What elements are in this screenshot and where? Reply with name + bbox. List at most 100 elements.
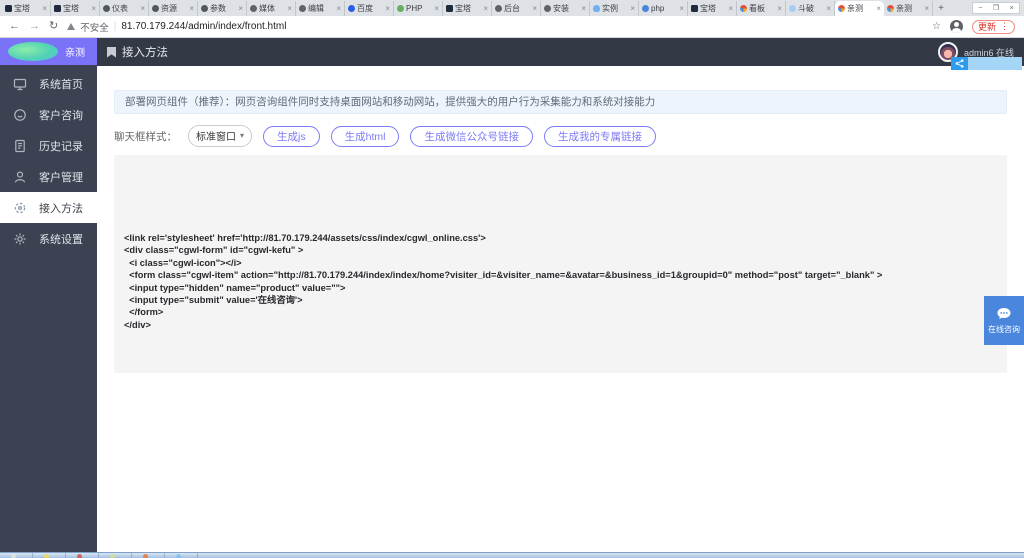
gear-icon — [13, 232, 27, 246]
browser-tab[interactable]: 资源 × — [149, 1, 198, 16]
tab-favicon — [593, 5, 600, 12]
chat-toolbar-fragment[interactable] — [951, 57, 1022, 70]
tab-close-icon[interactable]: × — [434, 4, 439, 13]
tab-title: 宝塔 — [63, 3, 89, 14]
deploy-notice: 部署网页组件（推荐）：网页咨询组件同时支持桌面网站和移动网站，提供强大的用户行为… — [114, 90, 1007, 114]
tab-close-icon[interactable]: × — [483, 4, 488, 13]
tab-favicon — [446, 5, 453, 12]
chrome-update-button[interactable]: 更新 ⋮ — [972, 20, 1015, 34]
new-tab-button[interactable]: + — [933, 1, 949, 16]
browser-tab[interactable]: 亲测 × — [884, 1, 933, 16]
browser-tab[interactable]: 看板 × — [737, 1, 786, 16]
tab-title: 编辑 — [308, 3, 334, 14]
embed-code-block[interactable]: <link rel='stylesheet' href='http://81.7… — [114, 155, 1007, 373]
tab-close-icon[interactable]: × — [924, 4, 929, 13]
generate-button[interactable]: 生成我的专属链接 — [544, 126, 656, 147]
tab-favicon — [691, 5, 698, 12]
browser-tab[interactable]: 媒体 × — [247, 1, 296, 16]
tab-close-icon[interactable]: × — [532, 4, 537, 13]
tab-close-icon[interactable]: × — [238, 4, 243, 13]
windows-taskbar[interactable] — [0, 552, 1024, 558]
tab-favicon — [103, 5, 110, 12]
browser-tab[interactable]: 编辑 × — [296, 1, 345, 16]
history-icon — [13, 139, 27, 153]
share-icon — [951, 57, 968, 70]
code-line: <input type="hidden" name="product" valu… — [124, 282, 997, 294]
sidebar-item-history[interactable]: 历史记录 — [0, 130, 97, 161]
browser-tab[interactable]: 亲测 × — [835, 1, 884, 16]
online-consult-widget[interactable]: 在线咨询 — [984, 296, 1024, 345]
security-warning-icon — [67, 23, 75, 30]
tab-close-icon[interactable]: × — [42, 4, 47, 13]
chat-style-select[interactable]: 标准窗口 ▾ — [188, 125, 252, 147]
browser-navbar: ← → ↻ 不安全 | 81.70.179.244/admin/index/fr… — [0, 16, 1024, 38]
sidebar-item-home[interactable]: 系统首页 — [0, 68, 97, 99]
chat-toolbar-field — [968, 57, 1022, 70]
url-text: 81.70.179.244/admin/index/front.html — [121, 21, 286, 32]
tab-close-icon[interactable]: × — [876, 4, 881, 13]
browser-tab[interactable]: 宝塔 × — [688, 1, 737, 16]
forward-icon[interactable]: → — [29, 21, 40, 32]
browser-tab[interactable]: 百度 × — [345, 1, 394, 16]
browser-tab[interactable]: PHP × — [394, 1, 443, 16]
close-icon[interactable]: × — [1010, 5, 1014, 12]
sidebar-item-settings[interactable]: 系统设置 — [0, 223, 97, 254]
browser-tab[interactable]: 宝塔 × — [2, 1, 51, 16]
tab-close-icon[interactable]: × — [385, 4, 390, 13]
browser-profile-icon[interactable] — [950, 20, 963, 33]
tab-title: 宝塔 — [700, 3, 726, 14]
sidebar-item-customers[interactable]: 客户管理 — [0, 161, 97, 192]
sidebar-item-consult[interactable]: 客户咨询 — [0, 99, 97, 130]
tab-title: 宝塔 — [455, 3, 481, 14]
reload-icon[interactable]: ↻ — [49, 21, 58, 32]
tab-close-icon[interactable]: × — [287, 4, 292, 13]
browser-tab[interactable]: 宝塔 × — [51, 1, 100, 16]
browser-tab[interactable]: 安装 × — [541, 1, 590, 16]
update-label: 更新 — [978, 20, 996, 33]
app-logo[interactable]: 亲测 — [0, 38, 97, 65]
tab-favicon — [54, 5, 61, 12]
tab-close-icon[interactable]: × — [140, 4, 145, 13]
tab-title: 看板 — [749, 3, 775, 14]
kebab-menu-icon[interactable]: ⋮ — [1000, 21, 1009, 32]
address-bar[interactable]: 不安全 | 81.70.179.244/admin/index/front.ht… — [67, 20, 923, 34]
tab-close-icon[interactable]: × — [581, 4, 586, 13]
browser-tab[interactable]: 实例 × — [590, 1, 639, 16]
tab-close-icon[interactable]: × — [630, 4, 635, 13]
main-content: 部署网页组件（推荐）：网页咨询组件同时支持桌面网站和移动网站，提供强大的用户行为… — [97, 66, 1024, 552]
browser-tab[interactable]: 宝塔 × — [443, 1, 492, 16]
tab-close-icon[interactable]: × — [336, 4, 341, 13]
tab-close-icon[interactable]: × — [826, 4, 831, 13]
back-icon[interactable]: ← — [9, 21, 20, 32]
widget-label: 在线咨询 — [988, 324, 1020, 335]
restore-icon[interactable]: ❐ — [993, 4, 999, 12]
browser-tab[interactable]: 斗破 × — [786, 1, 835, 16]
tab-title: PHP — [406, 4, 432, 13]
tab-favicon — [838, 5, 845, 12]
browser-tab[interactable]: 后台 × — [492, 1, 541, 16]
tab-title: 后台 — [504, 3, 530, 14]
bookmark-star-icon[interactable]: ☆ — [932, 21, 941, 32]
browser-tab[interactable]: 仪表 × — [100, 1, 149, 16]
tab-favicon — [250, 5, 257, 12]
sidebar-item-label: 系统设置 — [39, 231, 83, 247]
chat-bubble-icon — [996, 307, 1012, 321]
sidebar-item-access[interactable]: 接入方法 — [0, 192, 97, 223]
logo-image — [8, 42, 58, 61]
tab-close-icon[interactable]: × — [189, 4, 194, 13]
minimize-icon[interactable]: − — [978, 5, 982, 12]
browser-tab[interactable]: 参数 × — [198, 1, 247, 16]
chat-icon — [13, 108, 27, 122]
tab-close-icon[interactable]: × — [91, 4, 96, 13]
tab-favicon — [642, 5, 649, 12]
tab-close-icon[interactable]: × — [777, 4, 782, 13]
tab-close-icon[interactable]: × — [728, 4, 733, 13]
tab-favicon — [5, 5, 12, 12]
generate-button[interactable]: 生成html — [331, 126, 400, 147]
generate-button[interactable]: 生成微信公众号链接 — [410, 126, 533, 147]
chat-style-value: 标准窗口 — [196, 128, 236, 143]
tab-close-icon[interactable]: × — [679, 4, 684, 13]
generate-button[interactable]: 生成js — [263, 126, 320, 147]
browser-tab[interactable]: php × — [639, 1, 688, 16]
plug-icon — [13, 201, 27, 215]
